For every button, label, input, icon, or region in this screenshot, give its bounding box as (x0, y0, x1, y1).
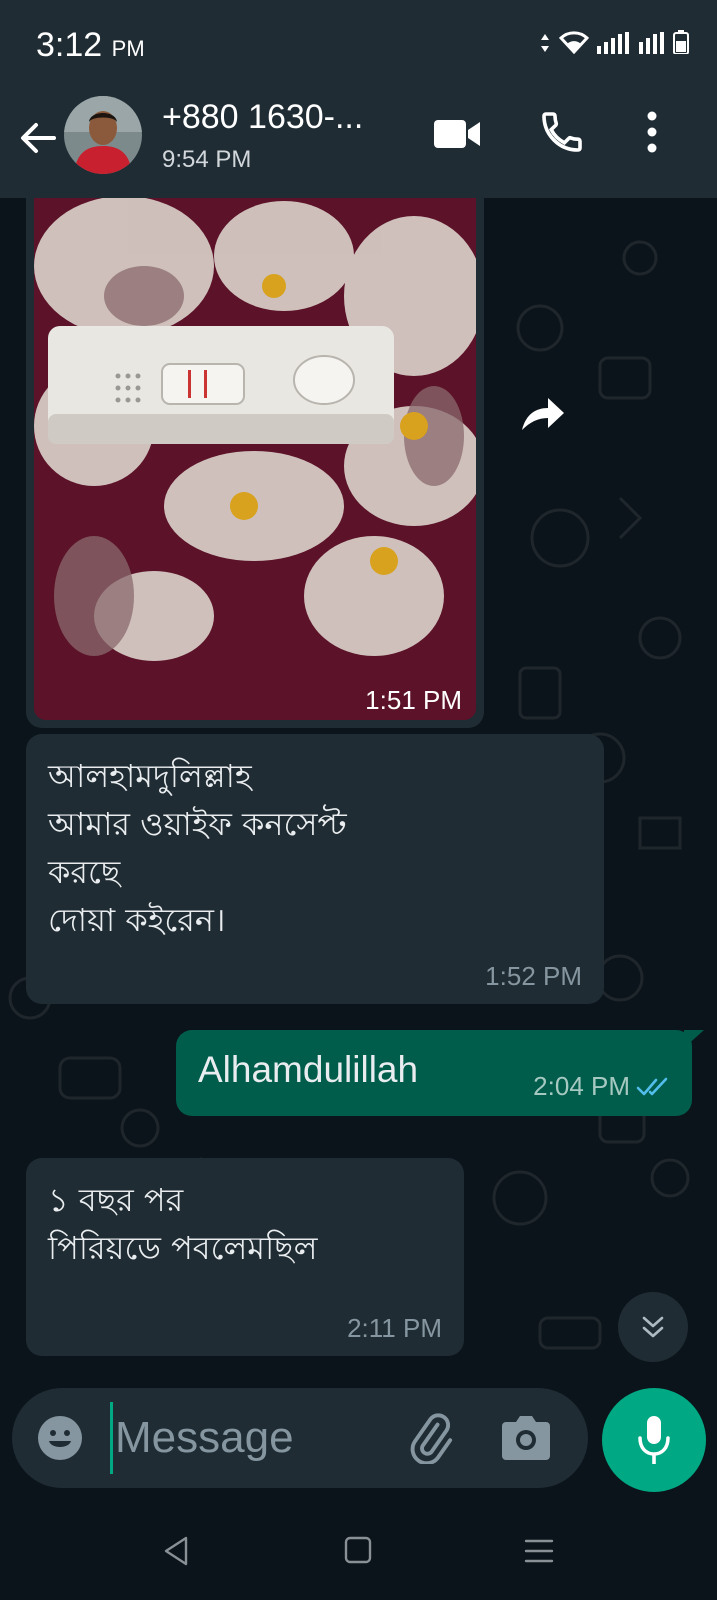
incoming-message[interactable]: আলহামদুলিল্লাহ আমার ওয়াইফ কনসেপ্ট করছে … (26, 734, 604, 1004)
message-time: 2:04 PM (533, 1071, 630, 1101)
message-time: 1:52 PM (485, 961, 582, 991)
message-text: ১ বছর পর পিরিয়ডে পবলেমছিল (48, 1181, 318, 1267)
data-arrows-icon (541, 34, 549, 52)
double-chevron-down-icon (642, 1316, 664, 1338)
status-bar: 3:12 PM (0, 0, 717, 86)
scroll-to-bottom-button[interactable] (618, 1292, 688, 1362)
bubble-tail (684, 1030, 704, 1048)
camera-icon[interactable] (502, 1416, 550, 1460)
avatar[interactable] (64, 96, 142, 174)
nav-home-icon[interactable] (344, 1536, 372, 1564)
incoming-message[interactable]: ১ বছর পর পিরিয়ডে পবলেমছিল 2:11 PM (26, 1158, 464, 1356)
chat-area[interactable]: 1:51 PM আলহামদুলিল্লাহ আমার ওয়াইফ কনসেপ… (0, 198, 717, 1388)
signal-2-icon (639, 32, 664, 54)
voice-message-button[interactable] (602, 1388, 706, 1492)
system-nav-bar (0, 1500, 717, 1600)
status-icons (539, 30, 689, 54)
message-text: Alhamdulillah (198, 1049, 419, 1090)
message-input[interactable] (110, 1402, 397, 1474)
forward-icon[interactable] (516, 388, 570, 442)
battery-icon (673, 30, 689, 54)
pregnancy-test-photo[interactable] (34, 198, 476, 720)
message-composer (12, 1388, 588, 1488)
back-arrow-icon[interactable] (16, 116, 60, 160)
message-time: 2:11 PM (347, 1313, 442, 1343)
emoji-icon[interactable] (36, 1414, 84, 1462)
message-text: আলহামদুলিল্লাহ আমার ওয়াইফ কনসেপ্ট করছে … (48, 757, 347, 939)
chat-header: +880 1630-... 9:54 PM (0, 86, 717, 198)
read-receipt-icon (636, 1077, 668, 1096)
status-time-value: 3:12 (36, 26, 103, 64)
signal-1-icon (597, 32, 629, 54)
status-time-ampm: PM (111, 36, 145, 61)
voice-call-icon[interactable] (538, 108, 586, 156)
outgoing-message[interactable]: Alhamdulillah 2:04 PM (176, 1030, 704, 1116)
wifi-icon (559, 31, 589, 54)
image-message[interactable]: 1:51 PM (26, 198, 484, 728)
nav-back-icon[interactable] (162, 1536, 190, 1566)
attach-icon[interactable] (404, 1412, 456, 1464)
status-time: 3:12 PM (36, 26, 145, 65)
microphone-icon (638, 1416, 670, 1464)
more-options-icon[interactable] (644, 110, 660, 154)
last-seen: 9:54 PM (162, 146, 252, 173)
contact-name[interactable]: +880 1630-... (162, 98, 363, 137)
message-time: 1:51 PM (365, 685, 462, 715)
nav-recents-icon[interactable] (524, 1538, 554, 1564)
photo-image (34, 198, 476, 720)
video-call-icon[interactable] (432, 116, 482, 152)
